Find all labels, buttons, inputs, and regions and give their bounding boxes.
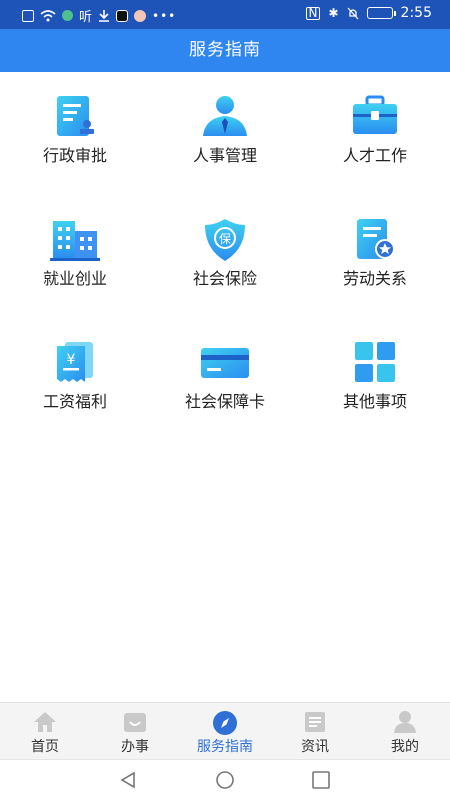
sim-icon <box>22 9 34 22</box>
home-icon <box>34 712 56 732</box>
card-icon <box>201 348 249 378</box>
shield-bao-icon: 保 <box>205 219 245 261</box>
page-title: 服务指南 <box>189 40 261 60</box>
service-item-administrative-approval[interactable]: 行政审批 <box>0 72 150 192</box>
recents-nav-icon[interactable] <box>311 770 331 790</box>
buildings-icon <box>50 221 100 261</box>
status-bar: 听 ••• N ✱ 2:55 <box>0 0 450 29</box>
person-tie-icon <box>203 96 247 136</box>
status-left: 听 ••• <box>22 6 176 25</box>
svg-text:¥: ¥ <box>67 352 76 368</box>
tab-service[interactable]: 办事 <box>90 703 180 760</box>
service-label: 人才工作 <box>342 146 407 165</box>
tab-label: 服务指南 <box>197 739 253 755</box>
service-label: 行政审批 <box>42 146 107 165</box>
carrier-text: 听 <box>79 10 93 25</box>
service-label: 社会保障卡 <box>184 392 265 411</box>
home-nav-icon[interactable] <box>215 770 235 790</box>
status-right: N ✱ 2:55 <box>305 5 432 21</box>
tab-label: 办事 <box>121 739 149 755</box>
service-item-social-insurance[interactable]: 保 社会保险 <box>150 195 300 315</box>
bottom-tab-bar: 首页 办事 服务指南 资讯 我的 <box>0 702 450 759</box>
grid-icon <box>355 342 395 382</box>
bluetooth-icon: ✱ <box>328 6 339 20</box>
service-label: 社会保险 <box>192 269 257 288</box>
service-item-talent-work[interactable]: 人才工作 <box>300 72 450 192</box>
service-item-other-matters[interactable]: 其他事项 <box>300 318 450 438</box>
battery-icon <box>366 7 396 19</box>
tab-label: 资讯 <box>301 739 329 755</box>
tab-home[interactable]: 首页 <box>0 703 90 760</box>
tab-mine[interactable]: 我的 <box>360 703 450 760</box>
news-icon <box>305 712 325 732</box>
service-item-labor-relations[interactable]: 劳动关系 <box>300 195 450 315</box>
user-icon <box>394 711 416 733</box>
app-avatar-icon <box>134 9 147 22</box>
briefcase-icon <box>353 95 397 134</box>
system-nav-bar <box>0 759 450 800</box>
yuan-receipt-icon: ¥ <box>57 342 93 382</box>
download-icon <box>99 10 110 22</box>
service-item-employment-entrepreneurship[interactable]: 就业创业 <box>0 195 150 315</box>
service-label: 工资福利 <box>42 392 107 411</box>
status-time: 2:55 <box>400 5 432 21</box>
service-icon <box>124 713 146 732</box>
service-item-personnel-management[interactable]: 人事管理 <box>150 72 300 192</box>
back-nav-icon[interactable] <box>118 770 138 790</box>
service-item-social-security-card[interactable]: 社会保障卡 <box>150 318 300 438</box>
more-dots-icon: ••• <box>152 8 177 23</box>
mute-bell-icon <box>347 7 359 19</box>
svg-text:保: 保 <box>219 232 231 246</box>
nfc-icon: N <box>305 6 321 20</box>
tiktok-icon <box>116 9 129 22</box>
compass-icon <box>213 711 237 735</box>
service-label: 劳动关系 <box>342 269 407 288</box>
document-stamp-icon <box>57 96 94 136</box>
page-header: 服务指南 <box>0 29 450 72</box>
service-label: 其他事项 <box>342 392 407 411</box>
service-item-wages-welfare[interactable]: ¥ 工资福利 <box>0 318 150 438</box>
service-label: 就业创业 <box>42 269 107 288</box>
wifi-icon <box>40 9 56 21</box>
tab-service-guide[interactable]: 服务指南 <box>180 703 270 760</box>
service-label: 人事管理 <box>192 146 257 165</box>
tab-news[interactable]: 资讯 <box>270 703 360 760</box>
tab-label: 我的 <box>391 739 419 755</box>
app-green-icon <box>62 10 73 21</box>
certificate-star-icon <box>357 219 395 259</box>
tab-label: 首页 <box>31 739 59 755</box>
